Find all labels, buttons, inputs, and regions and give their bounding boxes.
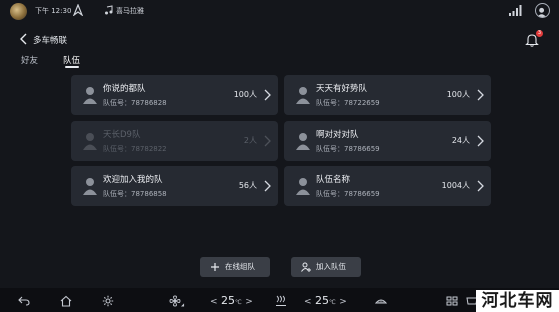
join-team-label: 加入队伍: [316, 262, 346, 271]
person-icon: [83, 133, 97, 150]
team-id: 队伍号：78786659: [316, 145, 380, 153]
team-id: 队伍号：78786659: [316, 190, 380, 198]
member-count: 24人: [451, 136, 470, 145]
seat-heat-icon[interactable]: [275, 293, 287, 305]
person-icon: [296, 87, 310, 104]
team-id: 队伍号：78782822: [103, 145, 167, 153]
right-temperature: 25: [315, 294, 330, 307]
team-card-disabled[interactable]: 天长D9队 队伍号：78782822 2人: [71, 121, 278, 161]
create-online-team-button[interactable]: 在线组队: [200, 257, 270, 277]
person-icon: [296, 178, 310, 195]
team-name: 欢迎加入我的队: [103, 175, 163, 185]
team-card[interactable]: 你说的都队 队伍号：78786828 100人: [71, 75, 278, 115]
person-icon: [83, 87, 97, 104]
now-playing-label[interactable]: 喜马拉雅: [116, 6, 144, 16]
team-card[interactable]: 队伍名称 队伍号：78786659 1004人: [284, 166, 491, 206]
team-card[interactable]: 欢迎加入我的队 队伍号：78786858 56人: [71, 166, 278, 206]
tab-friends[interactable]: 好友: [21, 54, 38, 66]
chevron-right-icon: [264, 180, 271, 192]
right-temperature-control[interactable]: < 25℃ >: [304, 294, 347, 308]
left-temperature-control[interactable]: < 25℃ >: [210, 294, 253, 308]
member-count: 1004人: [441, 181, 470, 190]
settings-icon[interactable]: [102, 295, 114, 307]
tab-teams[interactable]: 队伍: [63, 54, 80, 66]
clock: 下午 12:30: [35, 7, 72, 15]
user-avatar-icon[interactable]: [535, 3, 550, 18]
navigation-arrow-icon[interactable]: [73, 4, 83, 16]
status-bar: 下午 12:30 喜马拉雅: [0, 0, 559, 24]
team-id: 队伍号：78786828: [103, 99, 167, 107]
avatar-logo-icon[interactable]: [10, 3, 27, 20]
defrost-icon[interactable]: [375, 295, 387, 307]
music-icon[interactable]: [104, 5, 114, 15]
page-title: 多车畅联: [33, 36, 68, 46]
team-id: 队伍号：78786858: [103, 190, 167, 198]
team-name: 队伍名称: [316, 175, 351, 185]
grid-icon[interactable]: [446, 295, 458, 307]
team-id: 队伍号：78722659: [316, 99, 380, 107]
team-name: 你说的都队: [103, 84, 146, 94]
chevron-right-icon: [264, 89, 271, 101]
chevron-right-icon: [477, 89, 484, 101]
create-online-team-label: 在线组队: [225, 262, 255, 271]
member-count: 56人: [238, 181, 257, 190]
fan-icon[interactable]: [169, 295, 181, 307]
member-count: 2人: [243, 136, 257, 145]
add-person-icon: [301, 262, 311, 272]
left-temperature: 25: [221, 294, 236, 307]
team-card[interactable]: 啊对对对队 队伍号：78786659 24人: [284, 121, 491, 161]
chevron-right-icon: [477, 135, 484, 147]
return-icon[interactable]: [18, 295, 30, 307]
watermark: 河北车网: [476, 290, 559, 312]
plus-icon: [211, 263, 219, 271]
person-icon: [296, 133, 310, 150]
active-tab-indicator: [65, 66, 79, 68]
team-name: 天天有好势队: [316, 84, 368, 94]
chevron-right-icon: [477, 180, 484, 192]
notification-badge: 3: [536, 30, 543, 37]
fan-level: ◢: [181, 302, 185, 307]
signal-icon: [509, 5, 522, 16]
join-team-button[interactable]: 加入队伍: [291, 257, 361, 277]
chevron-right-icon: [264, 135, 271, 147]
home-icon[interactable]: [60, 295, 72, 307]
member-count: 100人: [233, 90, 257, 99]
member-count: 100人: [446, 90, 470, 99]
back-icon[interactable]: [18, 33, 30, 45]
team-name: 天长D9队: [103, 130, 141, 140]
team-card[interactable]: 天天有好势队 队伍号：78722659 100人: [284, 75, 491, 115]
active-indicator: [276, 305, 286, 306]
person-icon: [83, 178, 97, 195]
team-name: 啊对对对队: [316, 130, 359, 140]
